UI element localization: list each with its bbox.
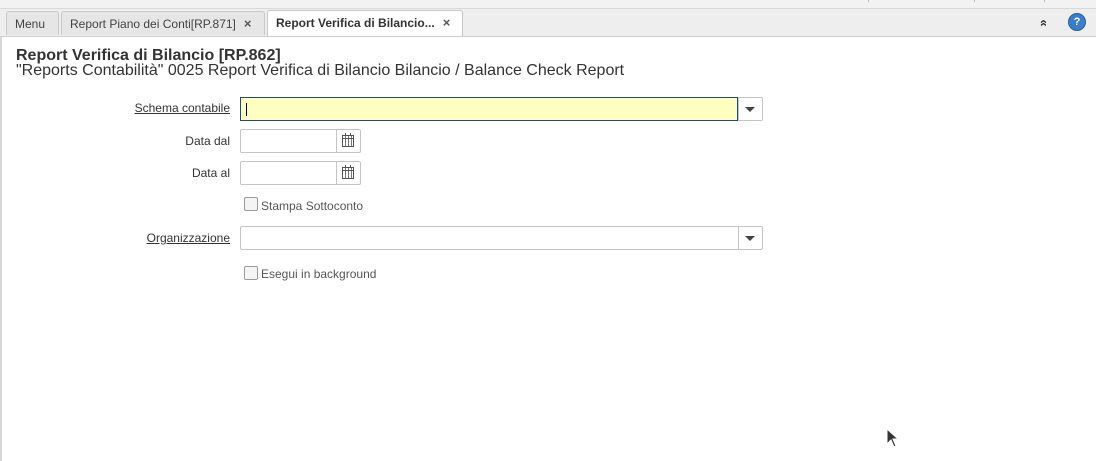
tab-report-piano-dei-conti[interactable]: Report Piano dei Conti[RP.871] × [61, 11, 265, 35]
data-dal-datebox[interactable] [240, 129, 361, 153]
tab-label: Menu [15, 17, 46, 31]
calendar-icon [342, 165, 354, 179]
stampa-sottoconto-checkbox[interactable] [244, 197, 258, 211]
tab-label: Report Piano dei Conti[RP.871] [70, 17, 236, 31]
esegui-in-background-label[interactable]: Esegui in background [261, 267, 376, 281]
data-dal-input[interactable] [241, 130, 336, 152]
esegui-in-background-checkbox[interactable] [244, 266, 258, 280]
stampa-sottoconto-label[interactable]: Stampa Sottoconto [261, 199, 363, 213]
help-icon[interactable]: ? [1068, 13, 1086, 31]
top-strip-mark [1044, 0, 1045, 2]
organizzazione-combobox[interactable] [240, 226, 763, 250]
data-al-calendar-button[interactable] [336, 162, 360, 184]
data-al-datebox[interactable] [240, 161, 361, 185]
text-caret [246, 103, 247, 116]
data-dal-calendar-button[interactable] [336, 130, 360, 152]
close-icon[interactable]: × [443, 15, 451, 30]
schema-contabile-dropdown-button[interactable] [738, 98, 762, 120]
tab-label: Report Verifica di Bilancio... [276, 16, 435, 30]
organizzazione-input[interactable] [241, 227, 738, 249]
organizzazione-dropdown-button[interactable] [738, 227, 762, 249]
tab-report-verifica-di-bilancio[interactable]: Report Verifica di Bilancio... × [267, 10, 463, 36]
mouse-pointer-icon [886, 428, 900, 448]
schema-contabile-combobox[interactable] [240, 97, 763, 121]
chevron-down-icon [745, 107, 755, 112]
close-icon[interactable]: × [244, 16, 252, 31]
organizzazione-label[interactable]: Organizzazione [30, 231, 230, 245]
top-strip-mark [868, 0, 869, 2]
chevron-down-icon [745, 236, 755, 241]
top-strip [0, 0, 1096, 9]
tab-menu[interactable]: Menu [6, 11, 59, 35]
left-border [0, 37, 2, 461]
data-dal-label: Data dal [185, 134, 230, 148]
top-strip-mark [974, 0, 975, 2]
data-al-label: Data al [191, 166, 230, 180]
schema-contabile-input[interactable] [240, 97, 738, 121]
data-al-input[interactable] [241, 162, 336, 184]
schema-contabile-label[interactable]: Schema contabile [30, 101, 230, 115]
collapse-icon[interactable]: » [1034, 14, 1052, 32]
calendar-icon [342, 133, 354, 147]
tab-bar: Menu Report Piano dei Conti[RP.871] × Rep… [0, 9, 1096, 37]
page-subtitle: "Reports Contabilità" 0025 Report Verifi… [16, 62, 625, 79]
